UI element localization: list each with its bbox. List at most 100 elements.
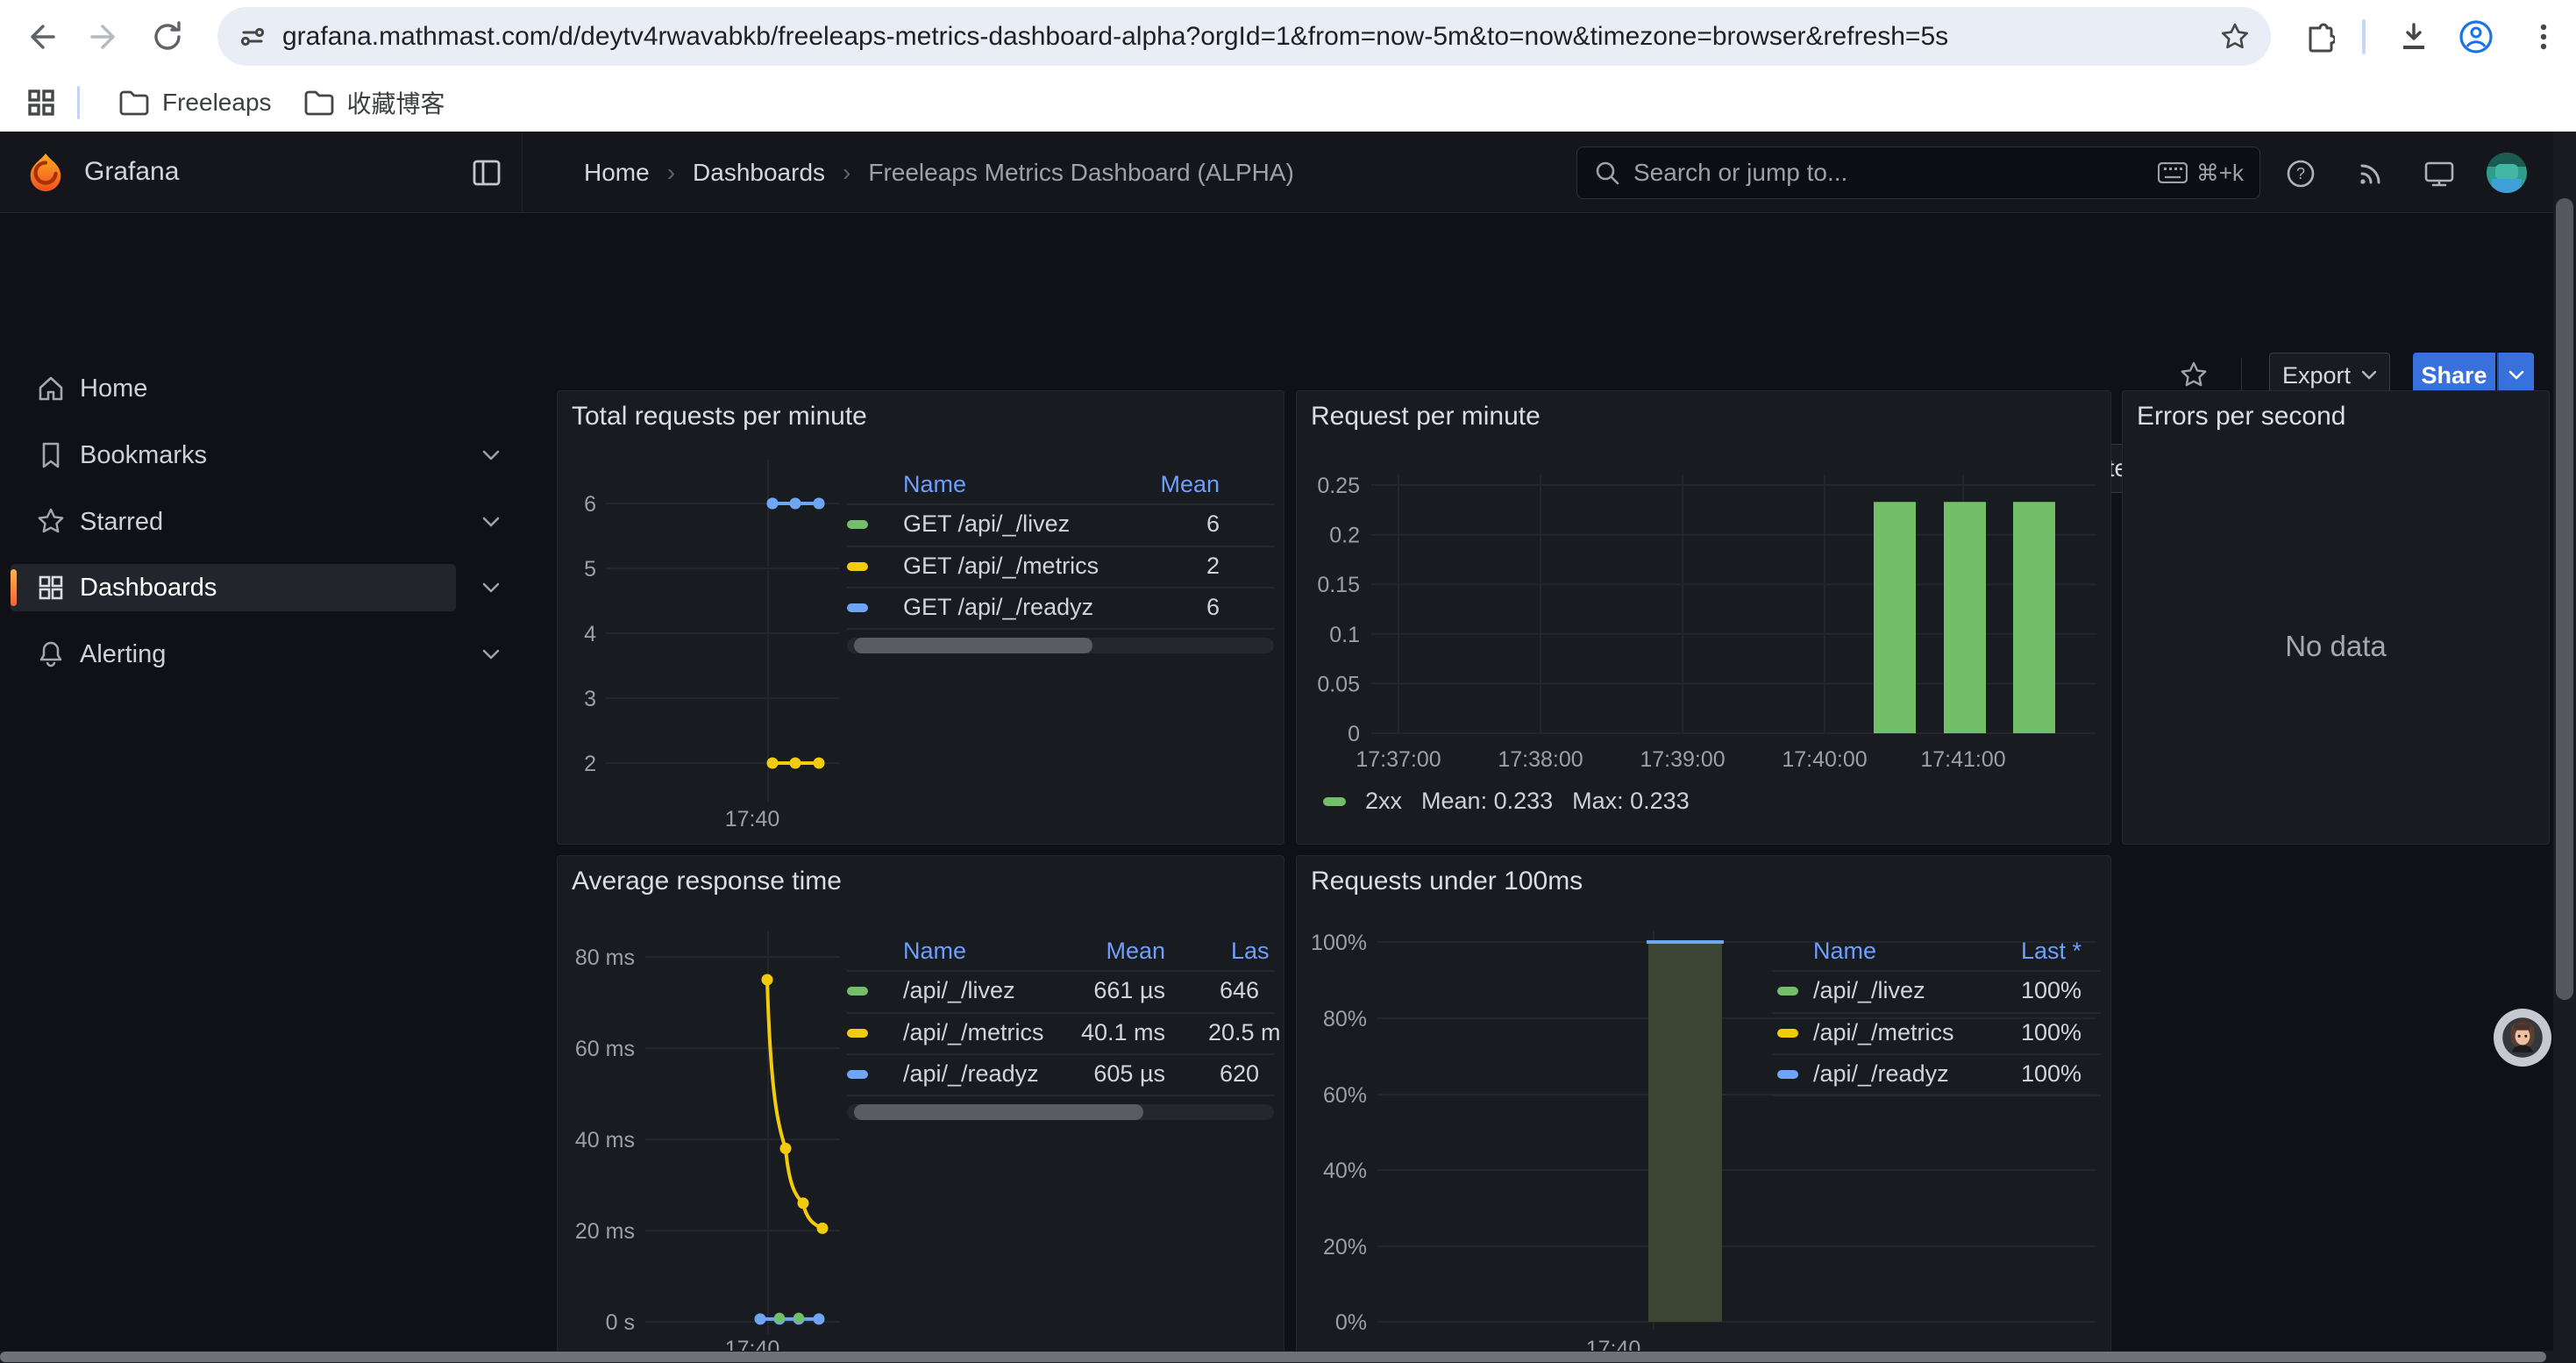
bookmark-folder-blogs[interactable]: 收藏博客	[288, 82, 461, 124]
table-row[interactable]: /api/_/livez 661 µs 646	[847, 970, 1274, 1012]
series-swatch-green	[1777, 987, 1798, 995]
svg-text:17:39:00: 17:39:00	[1640, 747, 1725, 772]
downloads-icon[interactable]	[2394, 17, 2434, 57]
grafana-app: Grafana Home › Dashboards › Freeleaps Me…	[0, 132, 2576, 1363]
series-swatch-green	[847, 987, 868, 995]
grafana-brand[interactable]: Grafana	[84, 157, 179, 187]
svg-text:17:40:00: 17:40:00	[1782, 747, 1867, 772]
series-swatch-green	[1323, 797, 1346, 806]
no-data-message: No data	[2123, 630, 2549, 663]
keyboard-icon	[2158, 162, 2188, 183]
svg-text:20 ms: 20 ms	[575, 1219, 635, 1244]
svg-text:0 s: 0 s	[606, 1310, 635, 1335]
sidebar-item-alerting[interactable]: Alerting	[11, 631, 456, 678]
home-icon	[33, 371, 68, 406]
profile-icon[interactable]	[2456, 17, 2496, 57]
screen: Freeleaps 收藏博客 Grafana Home › Dashboards	[0, 0, 2576, 1363]
panel-total-requests[interactable]: Total requests per minute 6543217:40 Nam…	[557, 390, 1284, 845]
svg-text:0.25: 0.25	[1317, 474, 1360, 498]
bookmark-folder-label: 收藏博客	[347, 85, 445, 120]
extensions-icon[interactable]	[2297, 17, 2338, 57]
back-icon[interactable]	[21, 17, 61, 57]
legend-mean: Mean: 0.233	[1421, 788, 1553, 815]
svg-text:0.2: 0.2	[1329, 524, 1360, 548]
vertical-scrollbar[interactable]	[2553, 132, 2576, 1363]
svg-text:0.15: 0.15	[1317, 573, 1360, 597]
breadcrumb-current: Freeleaps Metrics Dashboard (ALPHA)	[868, 159, 1294, 187]
table-header[interactable]: Name Mean Las	[847, 932, 1274, 970]
search-box[interactable]: ⌘+k	[1576, 146, 2260, 199]
dashboards-icon	[33, 570, 68, 605]
tune-icon[interactable]	[237, 21, 268, 53]
table-row[interactable]: /api/_/readyz 605 µs 620	[847, 1053, 1274, 1095]
assistant-avatar[interactable]	[2494, 1009, 2551, 1067]
scrollbar-thumb[interactable]	[0, 1352, 2546, 1362]
series-swatch-blue	[1777, 1070, 1798, 1079]
svg-text:17:41:00: 17:41:00	[1920, 747, 2005, 772]
sidebar-item-starred[interactable]: Starred	[11, 498, 456, 546]
table-row[interactable]: GET /api/_/readyz 6	[847, 587, 1274, 629]
folder-icon	[303, 89, 335, 117]
table-scrollbar[interactable]	[847, 638, 1274, 653]
avatar-image	[2499, 1014, 2546, 1061]
news-rss-icon[interactable]	[2352, 154, 2390, 193]
sidebar-item-home[interactable]: Home	[11, 365, 456, 412]
bookmark-folder-label: Freeleaps	[162, 89, 272, 117]
scrollbar-thumb[interactable]	[2556, 198, 2573, 1000]
chevron-down-icon[interactable]	[475, 506, 507, 538]
panel-title[interactable]: Errors per second	[2137, 402, 2345, 432]
search-input[interactable]	[1633, 159, 2145, 187]
panel-request-per-minute[interactable]: Request per minute 0.250.20.150.10.05017…	[1296, 390, 2111, 845]
sidebar-toggle-icon[interactable]	[468, 154, 505, 191]
reload-icon[interactable]	[147, 17, 188, 57]
panel-errors-per-second[interactable]: Errors per second No data	[2122, 390, 2550, 845]
table-scrollbar[interactable]	[847, 1104, 1274, 1120]
table-header[interactable]: Name Mean	[847, 466, 1274, 503]
grafana-logo[interactable]	[25, 151, 67, 195]
sidebar-item-bookmarks[interactable]: Bookmarks	[11, 432, 456, 479]
forward-icon[interactable]	[84, 17, 125, 57]
help-icon[interactable]: ?	[2281, 154, 2320, 193]
svg-text:60%: 60%	[1323, 1083, 1367, 1108]
breadcrumb: Home › Dashboards › Freeleaps Metrics Da…	[584, 159, 1294, 187]
table-row[interactable]: /api/_/metrics 100%	[1772, 1012, 2101, 1054]
legend-series: 2xx	[1365, 788, 1402, 815]
panel-requests-under-100ms[interactable]: Requests under 100ms 100%80%60%40%20%0%1…	[1296, 855, 2111, 1363]
series-swatch-yellow	[847, 562, 868, 571]
bookmarks-divider	[77, 86, 80, 119]
display-icon[interactable]	[2420, 154, 2459, 193]
bookmark-star-icon[interactable]	[2218, 20, 2252, 54]
table-row[interactable]: /api/_/metrics 40.1 ms 20.5 m	[847, 1012, 1274, 1054]
url-input[interactable]	[282, 22, 2218, 52]
bookmark-folder-freeleaps[interactable]: Freeleaps	[103, 82, 288, 124]
sidebar-item-dashboards[interactable]: Dashboards	[11, 564, 456, 611]
breadcrumb-dashboards[interactable]: Dashboards	[693, 159, 825, 187]
table-row[interactable]: /api/_/livez 100%	[1772, 970, 2101, 1012]
legend-table: Name Last * /api/_/livez 100% /api/_/met…	[1772, 932, 2101, 1134]
url-bar[interactable]	[217, 7, 2271, 66]
apps-grid-icon[interactable]	[21, 82, 61, 123]
favorite-star-icon[interactable]	[2174, 356, 2213, 395]
series-swatch-yellow	[1777, 1029, 1798, 1038]
chevron-down-icon[interactable]	[475, 439, 507, 471]
chevron-down-icon[interactable]	[475, 639, 507, 670]
chevron-down-icon[interactable]	[475, 572, 507, 603]
series-swatch-yellow	[847, 1029, 868, 1038]
horizontal-scrollbar[interactable]	[0, 1351, 2576, 1363]
user-avatar[interactable]	[2487, 153, 2527, 193]
grafana-header: Grafana Home › Dashboards › Freeleaps Me…	[0, 132, 2576, 213]
table-header[interactable]: Name Last *	[1772, 932, 2101, 970]
table-row[interactable]: /api/_/readyz 100%	[1772, 1053, 2101, 1095]
browser-menu-icon[interactable]	[2523, 17, 2564, 57]
breadcrumb-separator: ›	[843, 159, 850, 187]
legend-table: Name Mean Las /api/_/livez 661 µs 646 /a…	[847, 932, 1274, 1134]
table-row[interactable]: GET /api/_/livez 6	[847, 503, 1274, 546]
legend-table: Name Mean GET /api/_/livez 6 GET /api/_/…	[847, 466, 1274, 667]
chart-legend[interactable]: 2xx Mean: 0.233 Max: 0.233	[1323, 788, 1690, 815]
header-divider	[522, 132, 523, 213]
panel-avg-response-time[interactable]: Average response time 80 ms60 ms40 ms20 …	[557, 855, 1284, 1363]
table-row[interactable]: GET /api/_/metrics 2	[847, 546, 1274, 588]
breadcrumb-home[interactable]: Home	[584, 159, 650, 187]
svg-text:80 ms: 80 ms	[575, 946, 635, 970]
svg-text:3: 3	[584, 687, 596, 711]
